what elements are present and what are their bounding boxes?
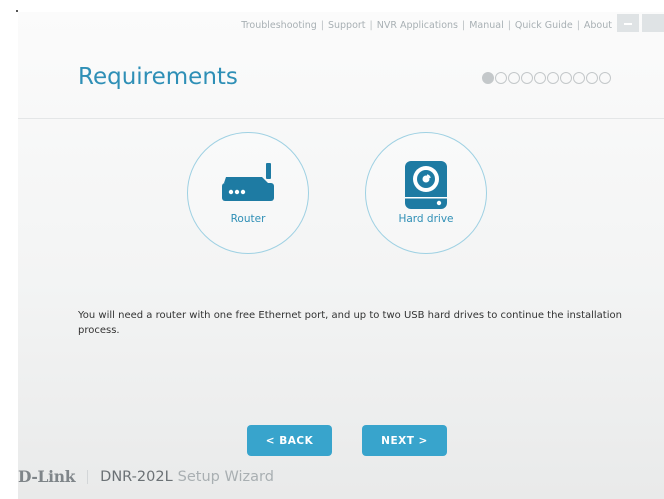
footer-divider [87,469,89,484]
dlink-logo: D-Link [18,467,76,486]
router-icon [222,163,274,201]
window-controls [617,14,664,32]
page-title: Requirements [78,64,238,90]
step-dot [495,72,507,84]
step-dot [547,72,559,84]
footer: D-Link DNR-202L Setup Wizard [18,467,274,486]
step-dot [599,72,611,84]
step-dot [534,72,546,84]
nav-link-manual[interactable]: Manual [469,20,504,31]
top-navigation: Troubleshooting | Support | NVR Applications… [241,20,612,31]
setup-wizard-window: Troubleshooting | Support | NVR Applications… [18,12,664,499]
next-button[interactable]: NEXT > [362,425,447,456]
requirements-description: You will need a router with one free Eth… [78,310,622,336]
requirement-label: Router [230,213,266,225]
requirement-router: Router [187,132,309,254]
requirement-hard-drive: Hard drive [365,132,487,254]
nav-separator: | [576,20,580,31]
back-button[interactable]: < BACK [247,425,332,456]
step-dot-active [482,72,494,84]
minimize-icon[interactable] [617,14,639,32]
nav-separator: | [461,20,466,31]
nav-separator: | [507,20,511,31]
nav-link-quick-guide[interactable]: Quick Guide [515,20,573,31]
product-name: DNR-202L [100,468,173,485]
nav-link-nvr-applications[interactable]: NVR Applications [377,20,458,31]
header-divider [18,118,664,119]
hard-drive-icon [405,161,447,209]
nav-link-about[interactable]: About [584,20,612,31]
nav-link-troubleshooting[interactable]: Troubleshooting [241,20,316,31]
nav-link-support[interactable]: Support [328,20,366,31]
nav-separator: | [369,20,373,31]
step-dot [573,72,585,84]
step-dot [586,72,598,84]
nav-separator: | [320,20,324,31]
product-subtitle: Setup Wizard [177,468,274,485]
step-dot [560,72,572,84]
requirement-label: Hard drive [398,213,454,225]
close-icon[interactable] [642,14,664,32]
step-dot [521,72,533,84]
step-indicator [482,72,611,84]
step-dot [508,72,520,84]
